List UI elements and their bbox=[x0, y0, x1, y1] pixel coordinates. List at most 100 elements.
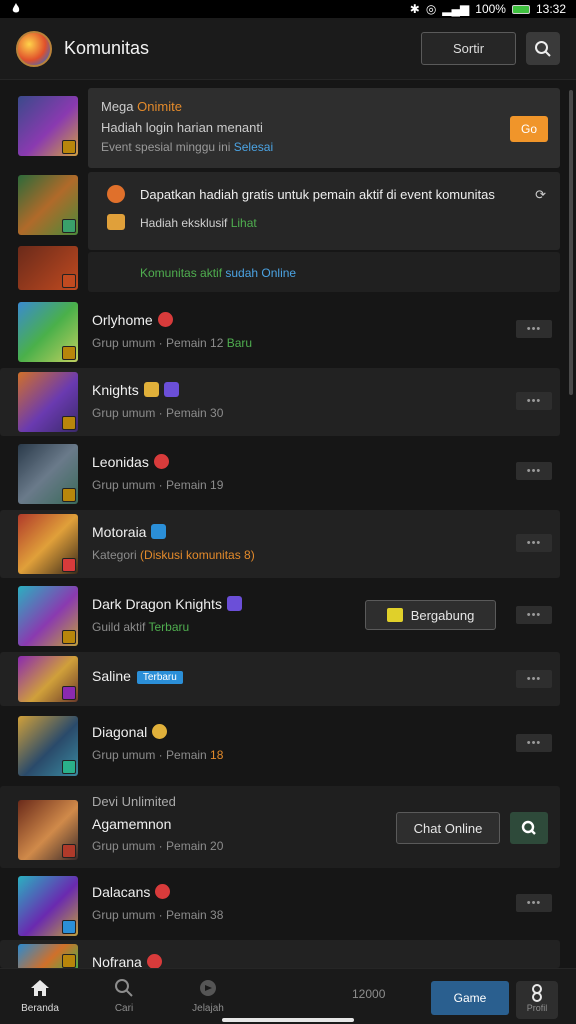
avatar bbox=[18, 246, 78, 290]
item-subtitle: Grup umum · Pemain 20 bbox=[92, 839, 224, 853]
avatar bbox=[18, 716, 78, 776]
item-title: Knights bbox=[92, 382, 179, 398]
status-badge bbox=[151, 524, 167, 539]
promo-line1: Dapatkan hadiah gratis untuk pemain akti… bbox=[140, 187, 495, 202]
avatar bbox=[18, 175, 78, 235]
status-badge bbox=[153, 454, 169, 469]
status-badge bbox=[143, 382, 159, 397]
avatar bbox=[18, 444, 78, 504]
item-title: Agamemnon bbox=[92, 816, 172, 832]
wifi-icon: ◎ bbox=[425, 2, 437, 16]
scrollbar[interactable] bbox=[569, 90, 573, 395]
app-header: Komunitas Sortir bbox=[0, 18, 576, 80]
bottom-nav: Beranda Cari Jelajah 12000 Game Profil bbox=[0, 968, 576, 1024]
item-title: Motoraia bbox=[92, 524, 167, 540]
list-item[interactable]: Diagonal Grup umum · Pemain 18 ••• bbox=[0, 712, 576, 780]
avatar bbox=[18, 876, 78, 936]
search-icon bbox=[535, 40, 551, 57]
nav-profile[interactable]: Profil bbox=[516, 981, 558, 1019]
status-badge bbox=[155, 884, 171, 899]
item-title: Saline Terbaru bbox=[92, 668, 183, 684]
home-indicator[interactable] bbox=[222, 1018, 354, 1022]
search-icon bbox=[115, 979, 133, 997]
compass-icon bbox=[200, 980, 216, 996]
home-icon bbox=[31, 980, 49, 996]
avatar bbox=[18, 514, 78, 574]
more-options-button[interactable]: ••• bbox=[516, 606, 552, 624]
more-options-button[interactable]: ••• bbox=[516, 462, 552, 480]
item-title: Nofrana bbox=[92, 954, 162, 968]
item-subtitle: Grup umum · Pemain 18 bbox=[92, 748, 224, 762]
avatar bbox=[18, 800, 78, 860]
nav-explore[interactable]: Jelajah bbox=[178, 977, 238, 1014]
promo-card bbox=[88, 172, 560, 250]
item-title: Diagonal bbox=[92, 724, 168, 740]
status-badge bbox=[146, 954, 162, 968]
avatar bbox=[18, 586, 78, 646]
more-options-button[interactable]: ••• bbox=[516, 320, 552, 338]
bluetooth-icon: ✱ bbox=[409, 2, 420, 16]
item-subtitle: Grup umum · Pemain 12 Baru bbox=[92, 336, 253, 350]
avatar bbox=[18, 372, 78, 432]
list-item[interactable]: Nofrana bbox=[0, 940, 576, 968]
more-options-button[interactable]: ••• bbox=[516, 894, 552, 912]
search-button[interactable] bbox=[526, 32, 560, 65]
list-item[interactable]: Devi Unlimited Agamemnon Grup umum · Pem… bbox=[0, 786, 576, 868]
nav-home[interactable]: Beranda bbox=[10, 977, 70, 1014]
battery-icon bbox=[511, 4, 530, 14]
clock: 13:32 bbox=[535, 2, 566, 16]
status-bar: ✱ ◎ ▂▄▆ 100% 13:32 bbox=[0, 0, 576, 18]
featured-line2: Hadiah login harian menanti bbox=[101, 120, 263, 135]
item-subtitle: Grup umum · Pemain 30 bbox=[92, 406, 224, 420]
more-options-button[interactable]: ••• bbox=[516, 392, 552, 410]
item-title: Orlyhome bbox=[92, 312, 173, 328]
app-logo bbox=[16, 30, 52, 67]
more-options-button[interactable]: ••• bbox=[516, 734, 552, 752]
chat-button[interactable] bbox=[510, 812, 548, 844]
profile-icon bbox=[532, 984, 542, 1002]
avatar bbox=[18, 656, 78, 702]
featured-line1: Mega Onimite bbox=[101, 99, 182, 114]
chat-online-button[interactable]: Chat Online bbox=[396, 812, 500, 844]
item-title: Dalacans bbox=[92, 884, 171, 900]
item-subtitle: Grup umum · Pemain 38 bbox=[92, 908, 224, 922]
item-subtitle: Grup umum · Pemain 19 bbox=[92, 478, 224, 492]
chat-icon bbox=[521, 820, 536, 835]
more-options-button[interactable]: ••• bbox=[516, 670, 552, 688]
join-button[interactable]: Bergabung bbox=[365, 600, 496, 630]
check-icon bbox=[386, 608, 403, 622]
list-item[interactable]: Orlyhome Grup umum · Pemain 12 Baru ••• bbox=[0, 298, 576, 362]
list-item[interactable]: Saline Terbaru ••• bbox=[0, 652, 576, 706]
item-subtitle: Guild aktif Terbaru bbox=[92, 620, 190, 634]
featured-line3: Event spesial minggu ini Selesai bbox=[101, 140, 274, 154]
signal-icon: ▂▄▆ bbox=[442, 2, 470, 16]
status-badge bbox=[226, 596, 242, 611]
share-icon[interactable]: ⟳ bbox=[535, 187, 546, 203]
battery-percent: 100% bbox=[475, 2, 506, 16]
online-status-text: Komunitas aktif sudah Online bbox=[140, 266, 297, 280]
item-title: Leonidas bbox=[92, 454, 169, 470]
list-item[interactable]: Motoraia Kategori (Diskusi komunitas 8) … bbox=[0, 510, 576, 578]
list-item[interactable]: Dark Dragon Knights Guild aktif Terbaru … bbox=[0, 582, 576, 650]
status-badge bbox=[163, 382, 179, 397]
avatar bbox=[18, 96, 78, 156]
nav-search[interactable]: Cari bbox=[94, 977, 154, 1014]
game-cta-button[interactable]: Game bbox=[431, 981, 509, 1015]
featured-action-button[interactable]: Go bbox=[510, 116, 548, 142]
list-item[interactable]: Leonidas Grup umum · Pemain 19 ••• bbox=[0, 440, 576, 508]
promo-line2: Hadiah eksklusif Lihat bbox=[140, 216, 257, 230]
status-badge bbox=[157, 312, 173, 327]
tag-badge: Terbaru bbox=[136, 671, 183, 684]
reward-icon bbox=[107, 214, 125, 230]
sort-button[interactable]: Sortir bbox=[421, 32, 516, 65]
points-counter: 12000 bbox=[352, 987, 386, 1001]
status-badge bbox=[152, 724, 168, 739]
more-options-button[interactable]: ••• bbox=[516, 534, 552, 552]
item-subtitle: Kategori (Diskusi komunitas 8) bbox=[92, 548, 255, 562]
fire-icon bbox=[107, 185, 125, 203]
list-item[interactable]: Knights Grup umum · Pemain 30 ••• bbox=[0, 368, 576, 436]
list-item[interactable]: Dalacans Grup umum · Pemain 38 ••• bbox=[0, 872, 576, 940]
item-overtitle: Devi Unlimited bbox=[92, 794, 176, 809]
flame-icon bbox=[10, 2, 22, 17]
avatar bbox=[18, 302, 78, 362]
